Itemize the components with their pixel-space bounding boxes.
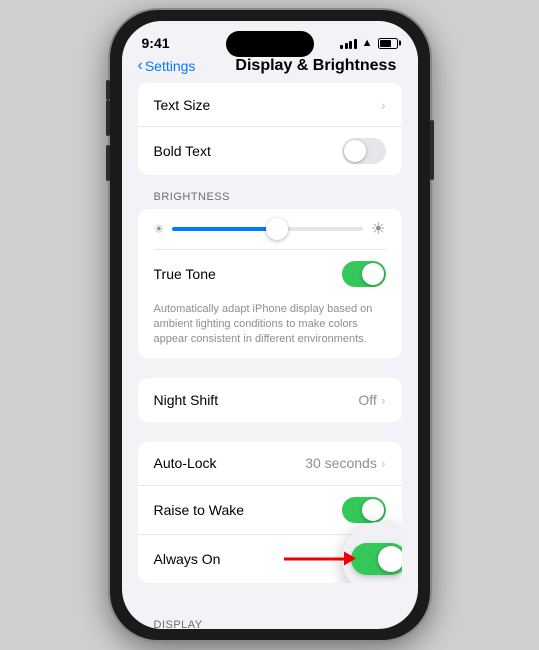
true-tone-toggle-thumb (362, 263, 384, 285)
bold-text-label: Bold Text (154, 143, 211, 159)
text-size-chevron-icon: › (381, 97, 386, 113)
text-size-label: Text Size (154, 97, 211, 113)
dynamic-island (226, 31, 314, 57)
page-title: Display & Brightness (235, 57, 396, 75)
brightness-slider[interactable] (172, 227, 363, 231)
brightness-row[interactable]: ☀ ☀ (138, 209, 402, 249)
true-tone-description: Automatically adapt iPhone display based… (138, 298, 402, 358)
phone-frame: 9:41 ▲ ‹ Settings Display & Brightn (110, 10, 430, 640)
wifi-icon: ▲ (362, 37, 373, 49)
brightness-group: ☀ ☀ True Tone Automatically adapt (138, 209, 402, 358)
spacer-2 (122, 422, 418, 442)
phone-screen: 9:41 ▲ ‹ Settings Display & Brightn (122, 21, 418, 629)
signal-icon (340, 37, 357, 49)
settings-content: Text Size › Bold Text BRIGHTNESS ☀ (122, 83, 418, 629)
bold-text-toggle-thumb (344, 140, 366, 162)
brightness-section-label: BRIGHTNESS (122, 175, 418, 209)
auto-lock-chevron-icon: › (381, 455, 386, 471)
night-shift-chevron-icon: › (381, 392, 386, 408)
always-on-row[interactable]: Always On (138, 535, 402, 583)
spacer-1 (122, 358, 418, 378)
night-shift-right: Off › (358, 392, 385, 408)
back-chevron-icon: ‹ (138, 57, 143, 75)
raise-to-wake-label: Raise to Wake (154, 502, 245, 518)
arrow-head-icon (344, 552, 356, 566)
night-shift-value: Off (358, 392, 376, 408)
true-tone-toggle[interactable] (342, 261, 386, 287)
status-time: 9:41 (142, 35, 170, 51)
back-label: Settings (145, 58, 196, 74)
status-icons: ▲ (340, 37, 397, 49)
auto-lock-value: 30 seconds (305, 455, 377, 471)
bold-text-row[interactable]: Bold Text (138, 127, 402, 175)
power-button[interactable] (430, 120, 434, 180)
vol-down-button[interactable] (106, 145, 110, 181)
always-on-label: Always On (154, 551, 221, 567)
night-shift-group: Night Shift Off › (138, 378, 402, 422)
text-size-row[interactable]: Text Size › (138, 83, 402, 127)
back-button[interactable]: ‹ Settings (138, 57, 196, 75)
magnifier-toggle (351, 543, 402, 575)
raise-to-wake-thumb (362, 499, 384, 521)
true-tone-label: True Tone (154, 266, 216, 282)
vol-up-button[interactable] (106, 100, 110, 136)
lock-group: Auto-Lock 30 seconds › Raise to Wake Alw… (138, 442, 402, 583)
magnifier-thumb (378, 546, 402, 572)
red-arrow (284, 557, 344, 560)
display-section-label: DISPLAY (122, 603, 418, 629)
battery-icon (378, 38, 398, 49)
auto-lock-row[interactable]: Auto-Lock 30 seconds › (138, 442, 402, 486)
text-settings-group: Text Size › Bold Text (138, 83, 402, 175)
bold-text-toggle[interactable] (342, 138, 386, 164)
night-shift-label: Night Shift (154, 392, 219, 408)
spacer-3 (122, 583, 418, 603)
nav-bar: ‹ Settings Display & Brightness (122, 55, 418, 83)
brightness-low-icon: ☀ (154, 222, 165, 236)
brightness-thumb (266, 218, 288, 240)
text-size-right: › (381, 97, 386, 113)
true-tone-row[interactable]: True Tone (138, 250, 402, 298)
arrow-line (284, 557, 344, 560)
brightness-fill (172, 227, 277, 231)
auto-lock-right: 30 seconds › (305, 455, 385, 471)
raise-to-wake-toggle[interactable] (342, 497, 386, 523)
night-shift-row[interactable]: Night Shift Off › (138, 378, 402, 422)
auto-lock-label: Auto-Lock (154, 455, 217, 471)
silent-button[interactable] (106, 80, 110, 100)
brightness-high-icon: ☀ (371, 219, 385, 239)
